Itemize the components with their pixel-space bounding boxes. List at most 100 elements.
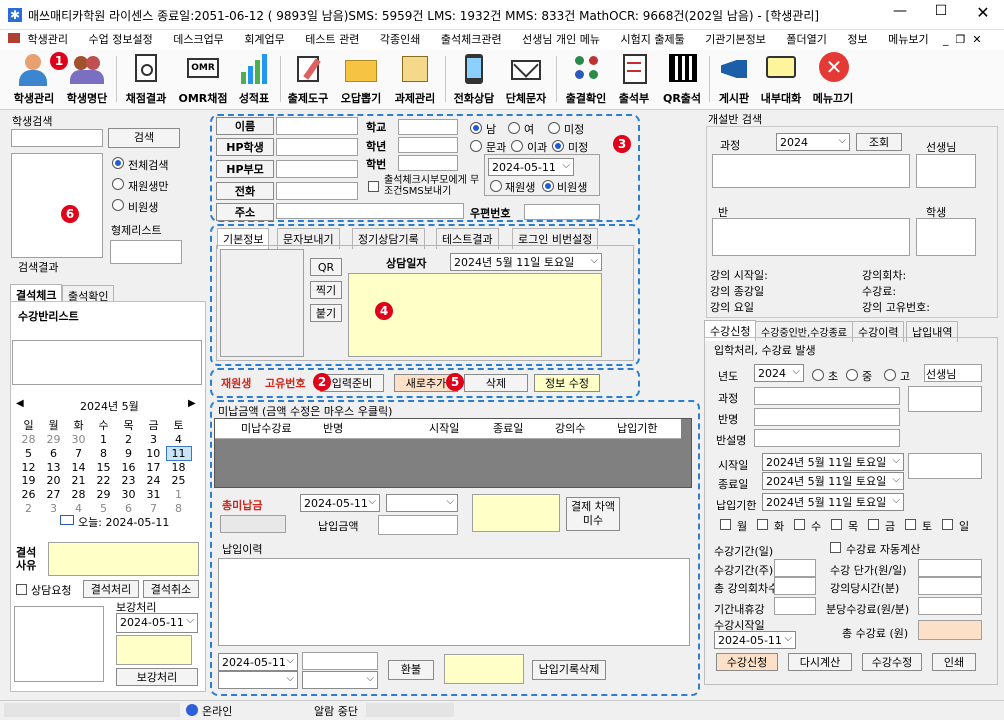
print-button[interactable]: 인쇄 xyxy=(932,653,976,671)
calendar-day[interactable]: 4 xyxy=(66,501,91,515)
calendar-day[interactable]: 6 xyxy=(41,447,66,461)
menu-item-student[interactable]: 학생관리 xyxy=(28,33,68,46)
calendar-day[interactable]: 8 xyxy=(91,447,116,461)
payment-history-list[interactable] xyxy=(218,558,690,646)
menu-item-teacher[interactable]: 선생님 개인 메뉴 xyxy=(522,33,600,46)
absence-note[interactable] xyxy=(14,606,104,682)
radio-search-all[interactable] xyxy=(112,157,124,169)
payment-memo[interactable] xyxy=(472,494,560,532)
tool-attendance-check[interactable]: 출결확인 xyxy=(560,52,612,108)
tool-homework[interactable]: 과제관리 xyxy=(390,52,440,108)
enroll-year-select[interactable]: 2024 xyxy=(754,364,804,382)
tool-wrong-answers[interactable]: 오답뽑기 xyxy=(336,52,386,108)
menu-item-attendance[interactable]: 출석체크관련 xyxy=(441,33,502,46)
calendar-day[interactable]: 25 xyxy=(166,474,191,488)
maximize-button[interactable]: ☐ xyxy=(926,3,956,25)
calendar-day[interactable]: 10 xyxy=(141,447,166,461)
search-button[interactable]: 검색 xyxy=(108,128,180,148)
refund-amount-input[interactable] xyxy=(302,652,378,670)
tool-phone-consult[interactable]: 전화상담 xyxy=(449,52,499,108)
enroll-course-input[interactable] xyxy=(754,387,900,405)
search-input[interactable] xyxy=(11,129,103,147)
photo-box[interactable] xyxy=(220,249,304,357)
calendar-day[interactable]: 30 xyxy=(116,488,141,502)
tool-grading-results[interactable]: 채점결과 xyxy=(121,52,171,108)
paste-button[interactable]: 붙기 xyxy=(310,304,342,322)
calendar-next-icon[interactable]: ▶ xyxy=(188,398,196,409)
consult-request-checkbox[interactable] xyxy=(16,584,27,595)
enroll-due-select[interactable]: 2024년 5월 11일 토요일 xyxy=(762,493,904,511)
hp-student-input[interactable] xyxy=(276,138,358,156)
calendar-day[interactable]: 5 xyxy=(91,501,116,515)
per-min-input[interactable] xyxy=(918,597,982,615)
calendar-day[interactable]: 14 xyxy=(66,461,91,475)
menu-item-view[interactable]: 메뉴보기 xyxy=(888,33,928,46)
close-button[interactable]: ✕ xyxy=(968,3,998,25)
calendar-day[interactable]: 1 xyxy=(166,488,191,502)
tool-attendance-book[interactable]: 출석부 xyxy=(612,52,656,108)
course-list-box[interactable] xyxy=(712,154,910,188)
radio-nonenrolled[interactable] xyxy=(542,180,554,192)
calendar-today[interactable]: 오늘: 2024-05-11 xyxy=(78,514,169,530)
calendar-prev-icon[interactable]: ◀ xyxy=(16,398,24,409)
enroll-end-select[interactable]: 2024년 5월 11일 토요일 xyxy=(762,472,904,490)
calendar-day[interactable]: 1 xyxy=(91,433,116,447)
calendar-day[interactable]: 29 xyxy=(91,488,116,502)
calendar-day[interactable]: 4 xyxy=(166,433,191,447)
mdi-controls[interactable]: _ ❐ ✕ xyxy=(943,30,982,50)
capture-button[interactable]: 찍기 xyxy=(310,281,342,299)
radio-track-unset[interactable] xyxy=(552,140,564,152)
menu-item-info[interactable]: 정보 xyxy=(847,33,867,46)
postcode-input[interactable] xyxy=(524,204,600,220)
student-list-box[interactable] xyxy=(916,218,976,256)
tool-group-sms[interactable]: 단체문자 xyxy=(501,52,551,108)
refund-method-select[interactable] xyxy=(218,671,298,689)
payment-date-select[interactable]: 2024-05-11 xyxy=(300,494,380,512)
calendar-day[interactable]: 21 xyxy=(66,474,91,488)
checkbox-tue[interactable] xyxy=(757,519,768,530)
radio-gender-unset[interactable] xyxy=(548,122,560,134)
calendar-day[interactable]: 27 xyxy=(41,488,66,502)
calendar-day[interactable]: 17 xyxy=(141,461,166,475)
calendar-day-today[interactable]: 11 xyxy=(165,446,192,462)
tool-qr-attendance[interactable]: QR출석 xyxy=(660,52,704,108)
delete-payment-button[interactable]: 납입기록삭제 xyxy=(532,660,606,680)
enroll-button[interactable]: 수강신청 xyxy=(716,653,778,671)
calendar-day[interactable]: 22 xyxy=(91,474,116,488)
sibling-list[interactable] xyxy=(110,240,182,264)
enroll-class-desc-input[interactable] xyxy=(754,429,900,447)
checkbox-mon[interactable] xyxy=(720,519,731,530)
total-sessions-input[interactable] xyxy=(774,577,816,595)
search-results-list[interactable] xyxy=(11,153,103,258)
pay-amount-input[interactable] xyxy=(378,515,458,535)
calendar-day[interactable]: 31 xyxy=(141,488,166,502)
menu-item-test[interactable]: 테스트 관련 xyxy=(305,33,359,46)
recalc-button[interactable]: 다시계산 xyxy=(788,653,852,671)
radio-search-enrolled[interactable] xyxy=(112,178,124,190)
checkbox-sun[interactable] xyxy=(942,519,953,530)
radio-middle[interactable] xyxy=(846,369,858,381)
phone-input[interactable] xyxy=(276,182,358,200)
enroll-extra-box[interactable] xyxy=(908,453,982,479)
edit-info-button[interactable]: 정보 수정 xyxy=(534,374,600,392)
radio-enrolled[interactable] xyxy=(490,180,502,192)
tool-report-card[interactable]: 성적표 xyxy=(233,52,275,108)
tool-omr[interactable]: OMR OMR채점 xyxy=(175,52,231,108)
enroll-start-select[interactable]: 2024년 5월 11일 토요일 xyxy=(762,453,904,471)
tool-exam-maker[interactable]: 출제도구 xyxy=(284,52,332,108)
class-list-box[interactable] xyxy=(712,218,910,256)
calendar-grid[interactable]: 일월화수목금토 28 29 30 1 2 3 4 5 6 7 8 9 10 11 12 13 14 15 16 1… xyxy=(16,417,192,515)
calendar-day[interactable]: 24 xyxy=(141,474,166,488)
calendar-day[interactable]: 8 xyxy=(166,501,191,515)
calendar-day[interactable]: 18 xyxy=(166,461,191,475)
consult-date-select[interactable]: 2024년 5월 11일 토요일 xyxy=(450,253,602,271)
hp-parent-input[interactable] xyxy=(276,160,358,178)
auto-calc-checkbox[interactable] xyxy=(830,542,841,553)
radio-female[interactable] xyxy=(508,122,520,134)
calendar-day[interactable]: 26 xyxy=(16,488,41,502)
address-input[interactable] xyxy=(276,203,464,219)
menu-item-folder[interactable]: 폴더열기 xyxy=(786,33,826,46)
school-input[interactable] xyxy=(398,119,458,135)
calendar-day[interactable]: 19 xyxy=(16,474,41,488)
unit-price-input[interactable] xyxy=(918,559,982,577)
